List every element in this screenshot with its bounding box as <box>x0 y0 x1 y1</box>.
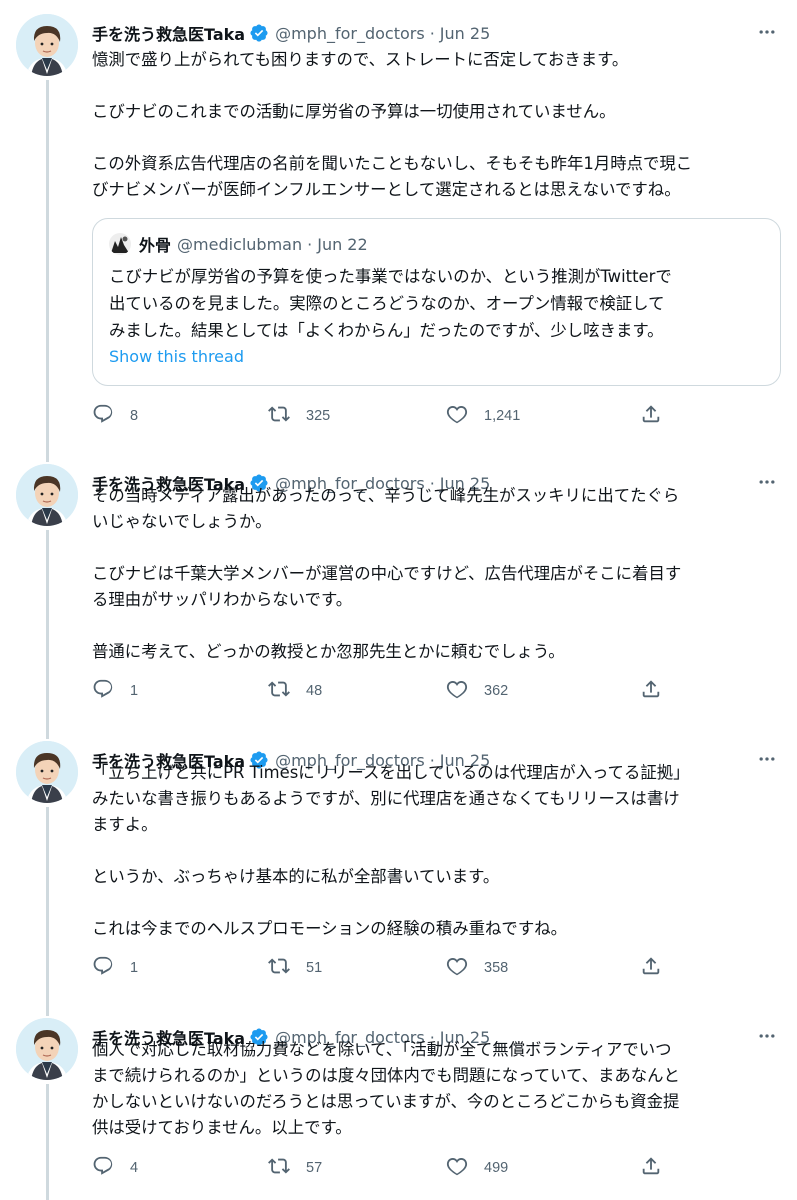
retweet-icon <box>268 678 290 704</box>
thread-connector-line <box>46 727 49 739</box>
quoted-handle: @mediclubman <box>177 234 303 254</box>
tweet[interactable]: 手を洗う救急医Taka @mph_for_doctors · Jun 25 憶測… <box>0 0 797 450</box>
separator-dot: · <box>307 234 313 254</box>
heart-icon <box>446 1155 468 1181</box>
thread-connector-line <box>46 807 49 1004</box>
thread-connector-line <box>46 80 49 450</box>
timestamp[interactable]: Jun 25 <box>440 24 490 43</box>
avatar[interactable] <box>16 1018 78 1080</box>
thread-connector-line <box>46 450 49 462</box>
avatar[interactable] <box>16 14 78 76</box>
tweet-paragraph: こびナビのこれまでの活動に厚労省の予算は一切使用されていません。 <box>92 102 616 121</box>
show-thread-link[interactable]: Show this thread <box>109 347 244 366</box>
heart-icon <box>446 403 468 429</box>
thread-connector-line <box>46 1004 49 1016</box>
tweet-paragraph: 普通に考えて、どっかの教授とか忽那先生とかに頼むでしょう。 <box>92 642 565 661</box>
retweet-count: 51 <box>306 960 323 976</box>
like-button[interactable]: 358 <box>446 956 508 980</box>
tweet[interactable]: 手を洗う救急医Taka @mph_for_doctors · Jun 25 個人… <box>0 1004 797 1200</box>
tweet-paragraph: 憶測で盛り上がられても困りますので、ストレートに否定しておきます。 <box>92 50 629 69</box>
tweet-paragraph: 個人で対応した取材協力費などを除いて、「活動が全て無償ボランティアでいつ まで続… <box>92 1040 680 1137</box>
share-button[interactable] <box>640 404 662 428</box>
reply-button[interactable]: 1 <box>92 679 138 703</box>
tweet-text: 「立ち上げと共にPR Timesにリリースを出しているのは代理店が入ってる証拠」… <box>92 760 781 942</box>
like-button[interactable]: 1,241 <box>446 404 520 428</box>
tweet-text: 個人で対応した取材協力費などを除いて、「活動が全て無償ボランティアでいつ まで続… <box>92 1037 781 1141</box>
tweet-paragraph: この外資系広告代理店の名前を聞いたこともないし、そもそも昨年1月時点で現こ びナ… <box>92 154 693 199</box>
tweet[interactable]: 手を洗う救急医Taka @mph_for_doctors · Jun 25 その… <box>0 450 797 727</box>
tweet-actions: 1 51 358 <box>92 956 667 980</box>
retweet-icon <box>268 1155 290 1181</box>
avatar[interactable] <box>16 741 78 803</box>
tweet-paragraph: こびナビは千葉大学メンバーが運営の中心ですけど、広告代理店がそこに着目す る理由… <box>92 564 682 609</box>
like-count: 1,241 <box>484 408 521 424</box>
tweet-paragraph: これは今までのヘルスプロモーションの経験の積み重ねですね。 <box>92 919 567 938</box>
thread-connector-line <box>46 530 49 727</box>
reply-icon <box>92 1155 114 1181</box>
retweet-count: 57 <box>306 1160 323 1176</box>
share-button[interactable] <box>640 956 662 980</box>
avatar[interactable] <box>16 464 78 526</box>
like-button[interactable]: 362 <box>446 679 508 703</box>
separator-dot: · <box>429 23 435 43</box>
reply-icon <box>92 955 114 981</box>
reply-count: 8 <box>130 408 139 424</box>
tweet-paragraph: というか、ぶっちゃけ基本的に私が全部書いています。 <box>92 867 500 886</box>
like-count: 499 <box>484 1160 509 1176</box>
tweet-thread: 手を洗う救急医Taka @mph_for_doctors · Jun 25 憶測… <box>0 0 797 1200</box>
tweet-text: その当時メディア露出があったのって、辛うじて峰先生がスッキリに出てたぐら いじゃ… <box>92 483 781 665</box>
reply-icon <box>92 403 114 429</box>
tweet-text: 憶測で盛り上がられても困りますので、ストレートに否定しておきます。 こびナビのこ… <box>92 47 781 203</box>
share-button[interactable] <box>640 1156 662 1180</box>
tweet-paragraph: その当時メディア露出があったのって、辛うじて峰先生がスッキリに出てたぐら いじゃ… <box>92 486 680 531</box>
reply-button[interactable]: 4 <box>92 1156 138 1180</box>
tweet-paragraph: 「立ち上げと共にPR Timesにリリースを出しているのは代理店が入ってる証拠」… <box>92 763 690 834</box>
share-icon <box>640 678 662 704</box>
retweet-icon <box>268 403 290 429</box>
retweet-button[interactable]: 51 <box>268 956 322 980</box>
quoted-avatar <box>109 233 131 255</box>
share-icon <box>640 403 662 429</box>
reply-count: 1 <box>130 683 139 699</box>
retweet-button[interactable]: 325 <box>268 404 330 428</box>
display-name[interactable]: 手を洗う救急医Taka <box>92 21 245 45</box>
quoted-timestamp: Jun 22 <box>317 234 368 254</box>
like-button[interactable]: 499 <box>446 1156 508 1180</box>
reply-icon <box>92 678 114 704</box>
tweet-header: 手を洗う救急医Taka @mph_for_doctors · Jun 25 <box>92 20 781 46</box>
handle[interactable]: @mph_for_doctors <box>275 24 425 43</box>
tweet-actions: 1 48 362 <box>92 679 667 703</box>
thread-connector-line <box>46 1084 49 1200</box>
tweet-actions: 8 325 1,241 <box>92 404 667 428</box>
tweet-actions: 4 57 499 <box>92 1156 667 1180</box>
quoted-tweet-header: 外骨 @mediclubman · Jun 22 <box>109 233 368 255</box>
quoted-display-name: 外骨 <box>139 236 172 255</box>
retweet-count: 48 <box>306 683 323 699</box>
reply-button[interactable]: 8 <box>92 404 138 428</box>
quoted-tweet-text: こびナビが厚労省の予算を使った事業ではないのか、という推測がTwitterで 出… <box>109 267 672 340</box>
tweet[interactable]: 手を洗う救急医Taka @mph_for_doctors · Jun 25 「立… <box>0 727 797 1004</box>
heart-icon <box>446 955 468 981</box>
reply-button[interactable]: 1 <box>92 956 138 980</box>
like-count: 358 <box>484 960 509 976</box>
retweet-icon <box>268 955 290 981</box>
reply-count: 4 <box>130 1160 139 1176</box>
retweet-button[interactable]: 57 <box>268 1156 322 1180</box>
share-icon <box>640 955 662 981</box>
retweet-button[interactable]: 48 <box>268 679 322 703</box>
like-count: 362 <box>484 683 509 699</box>
retweet-count: 325 <box>306 408 331 424</box>
more-horizontal-icon[interactable] <box>753 18 781 46</box>
share-button[interactable] <box>640 679 662 703</box>
verified-badge-icon <box>249 23 269 43</box>
quoted-tweet[interactable]: 外骨 @mediclubman · Jun 22 こびナビが厚労省の予算を使った… <box>92 218 781 386</box>
reply-count: 1 <box>130 960 139 976</box>
share-icon <box>640 1155 662 1181</box>
heart-icon <box>446 678 468 704</box>
